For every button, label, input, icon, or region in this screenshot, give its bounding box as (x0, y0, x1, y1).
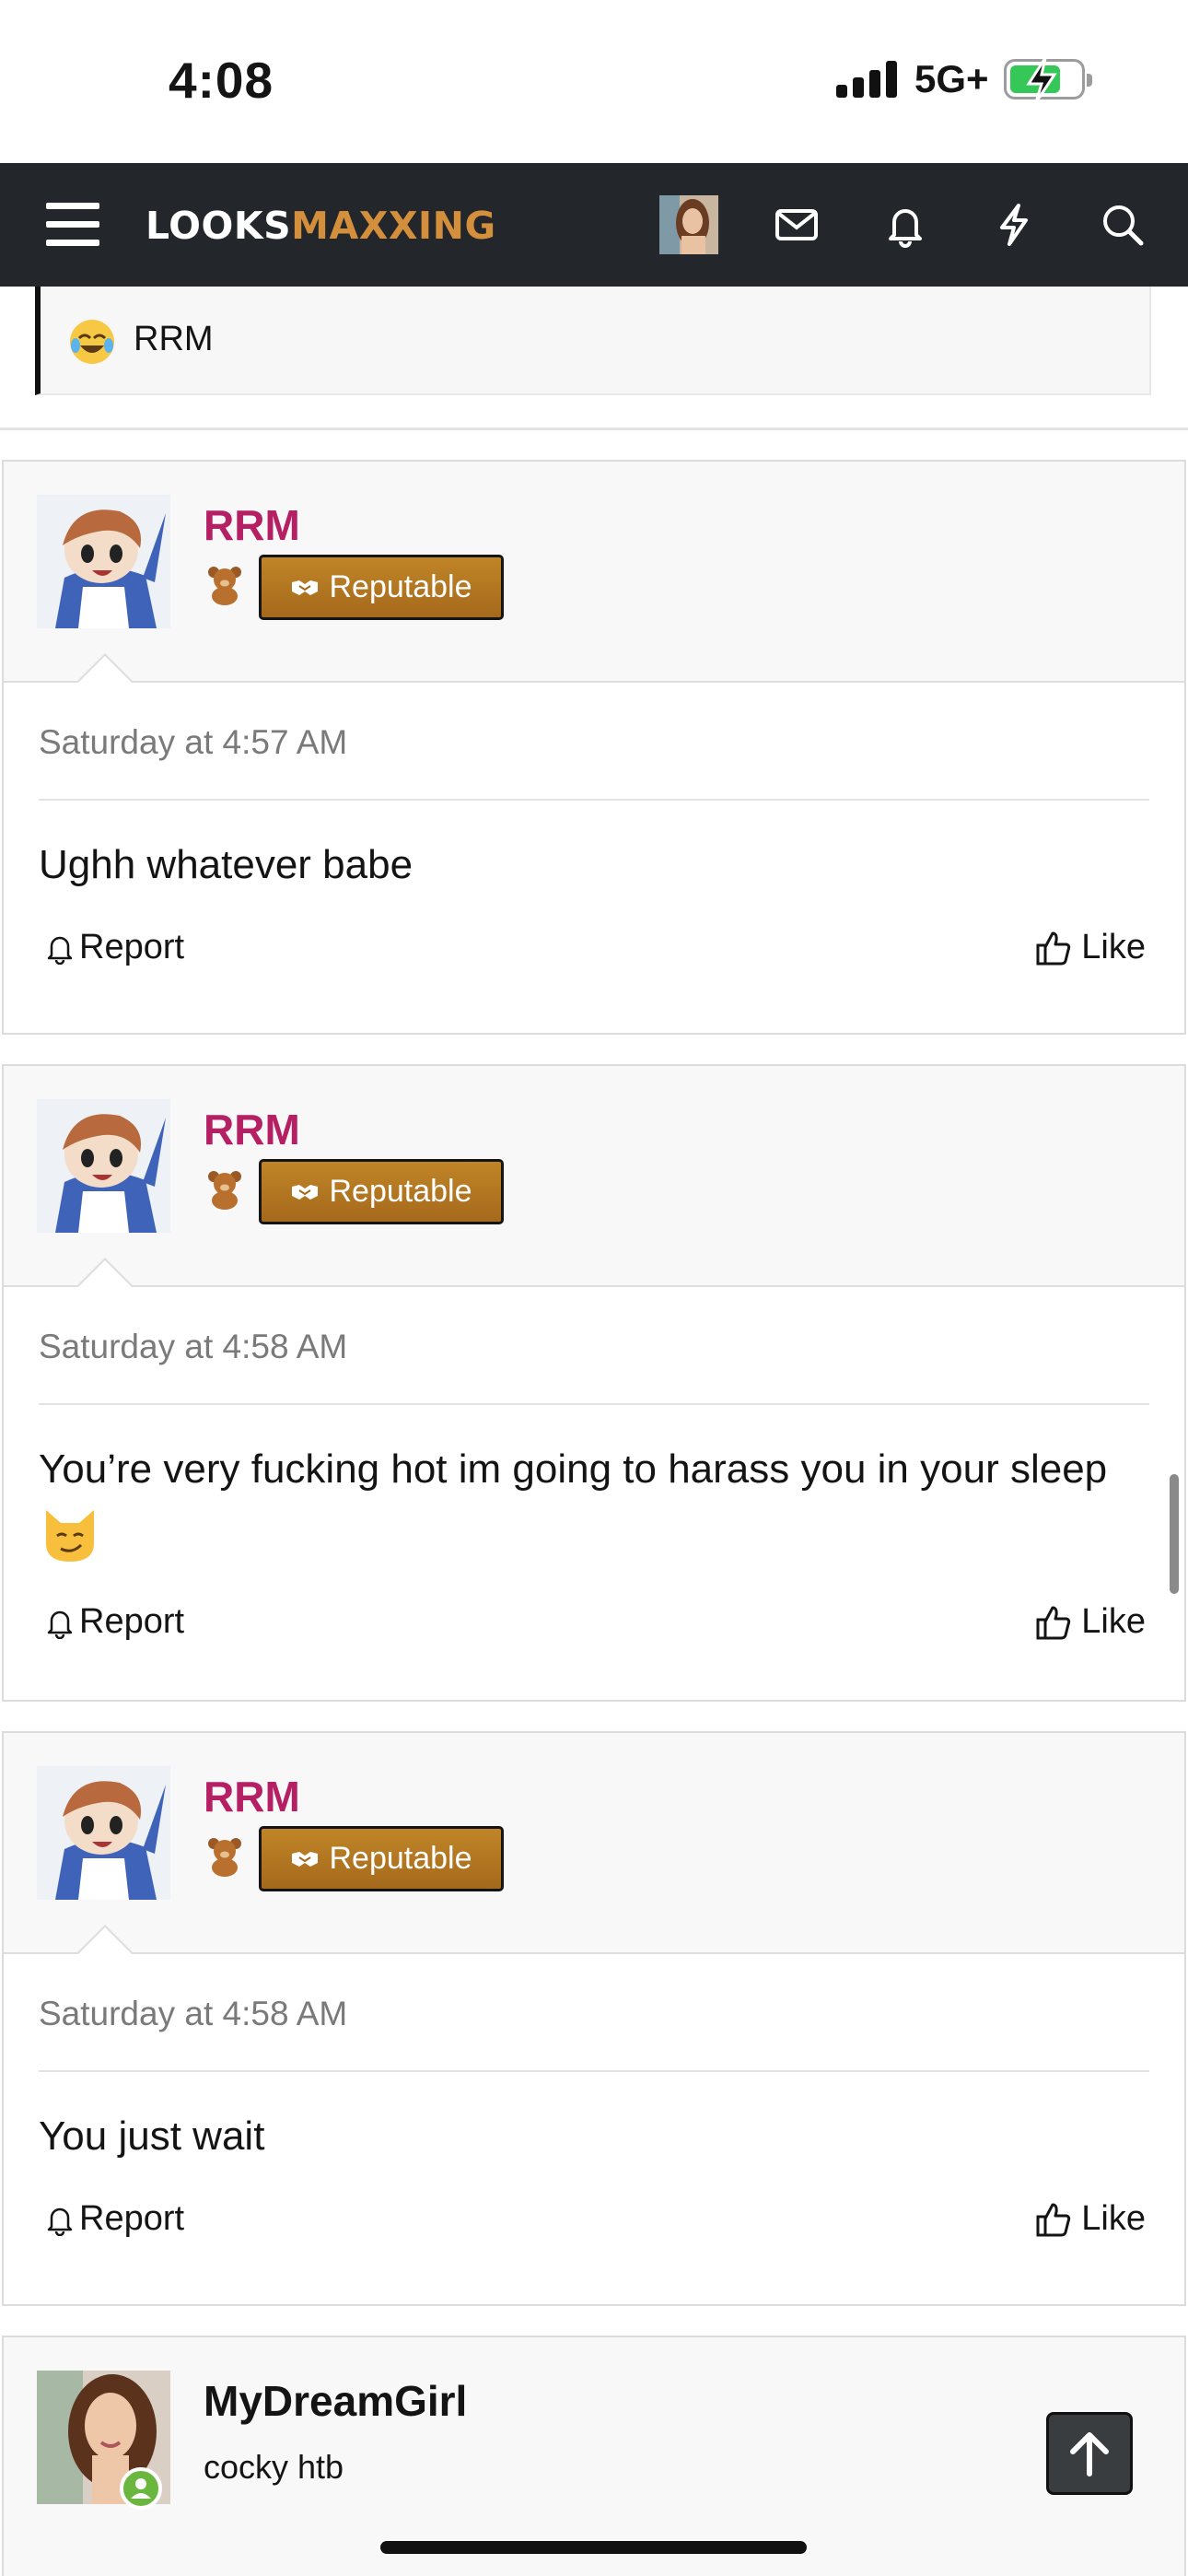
site-logo[interactable]: LOOKSMAXXING (146, 204, 496, 248)
crying-laughing-emoji-icon (70, 320, 114, 364)
badge-label: Reputable (329, 1174, 472, 1209)
home-indicator[interactable] (380, 2541, 807, 2554)
post: RRM Reputable Saturday at 4:58 AM You ju… (2, 1731, 1186, 2306)
bell-icon (47, 1610, 73, 1639)
teddy-bear-icon (208, 1838, 241, 1877)
post: RRM Reputable Saturday at 4:58 AM You’re… (2, 1064, 1186, 1702)
smirking-cat-emoji-icon (46, 1510, 94, 1562)
teddy-bear-icon (208, 1171, 241, 1210)
report-label: Report (79, 2199, 185, 2238)
report-button[interactable]: Report (44, 2199, 184, 2239)
menu-icon[interactable] (46, 203, 99, 247)
thumbs-up-icon (1036, 931, 1071, 965)
avatar[interactable] (37, 1766, 170, 1900)
bell-icon (47, 2207, 73, 2236)
like-label: Like (1081, 928, 1146, 966)
bell-icon[interactable] (880, 200, 930, 250)
username[interactable]: RRM (204, 1105, 300, 1154)
status-time: 4:08 (169, 52, 274, 109)
post-user-header: RRM Reputable (4, 1066, 1184, 1288)
online-status-icon (120, 2467, 162, 2510)
scroll-to-top-button[interactable] (1046, 2412, 1133, 2495)
quote-block-container: RRM (0, 287, 1188, 430)
user-arrow (76, 1258, 134, 1288)
avatar[interactable] (37, 2371, 170, 2510)
post-date[interactable]: Saturday at 4:57 AM (39, 683, 1149, 801)
post: RRM Reputable Saturday at 4:57 AM Ughh w… (2, 460, 1186, 1035)
like-label: Like (1081, 1602, 1146, 1641)
reputable-badge: Reputable (259, 1159, 504, 1224)
search-icon[interactable] (1098, 200, 1147, 250)
user-arrow (76, 653, 134, 684)
handshake-icon (292, 580, 319, 595)
quote-text: RRM (134, 320, 214, 358)
like-button[interactable]: Like (1035, 1602, 1146, 1642)
post-user-header: RRM Reputable (4, 1733, 1184, 1955)
battery-icon (1004, 57, 1092, 103)
report-button[interactable]: Report (44, 928, 184, 967)
reputable-badge: Reputable (259, 1826, 504, 1891)
post-message: You just wait (39, 2113, 265, 2159)
username[interactable]: MyDreamGirl (204, 2376, 467, 2426)
post-user-header: RRM Reputable (4, 462, 1184, 684)
like-button[interactable]: Like (1035, 2199, 1146, 2239)
handshake-icon (292, 1184, 319, 1200)
like-label: Like (1081, 2199, 1146, 2238)
username[interactable]: RRM (204, 1772, 300, 1821)
report-button[interactable]: Report (44, 1602, 184, 1642)
post-message: Ughh whatever babe (39, 842, 413, 887)
post-date[interactable]: Saturday at 4:58 AM (39, 1287, 1149, 1405)
bolt-icon[interactable] (989, 200, 1039, 250)
user-title: cocky htb (204, 2448, 344, 2486)
user-avatar[interactable] (659, 195, 718, 254)
mail-icon[interactable] (772, 200, 821, 250)
report-label: Report (79, 928, 185, 966)
bell-icon (47, 936, 73, 965)
network-type: 5G+ (914, 57, 989, 100)
handshake-icon (292, 1851, 319, 1867)
quote-block: RRM (35, 287, 1151, 395)
badge-label: Reputable (329, 569, 472, 604)
post: MyDreamGirl cocky htb (2, 2336, 1186, 2576)
status-bar: 4:08 5G+ (0, 0, 1188, 163)
avatar[interactable] (37, 1099, 170, 1233)
scrollbar[interactable] (1170, 1474, 1179, 1594)
user-arrow (76, 1925, 134, 1955)
report-label: Report (79, 1602, 185, 1641)
post-message: You’re very fucking hot im going to hara… (39, 1446, 1108, 1492)
signal-icon (836, 61, 901, 98)
thumbs-up-icon (1036, 1606, 1071, 1639)
avatar[interactable] (37, 495, 170, 628)
badge-label: Reputable (329, 1841, 472, 1876)
reputable-badge: Reputable (259, 555, 504, 620)
teddy-bear-icon (208, 567, 241, 605)
username[interactable]: RRM (204, 500, 300, 550)
like-button[interactable]: Like (1035, 928, 1146, 967)
thumbs-up-icon (1036, 2203, 1071, 2236)
post-date[interactable]: Saturday at 4:58 AM (39, 1954, 1149, 2072)
arrow-up-icon (1070, 2432, 1109, 2476)
top-navbar: LOOKSMAXXING (0, 163, 1188, 287)
